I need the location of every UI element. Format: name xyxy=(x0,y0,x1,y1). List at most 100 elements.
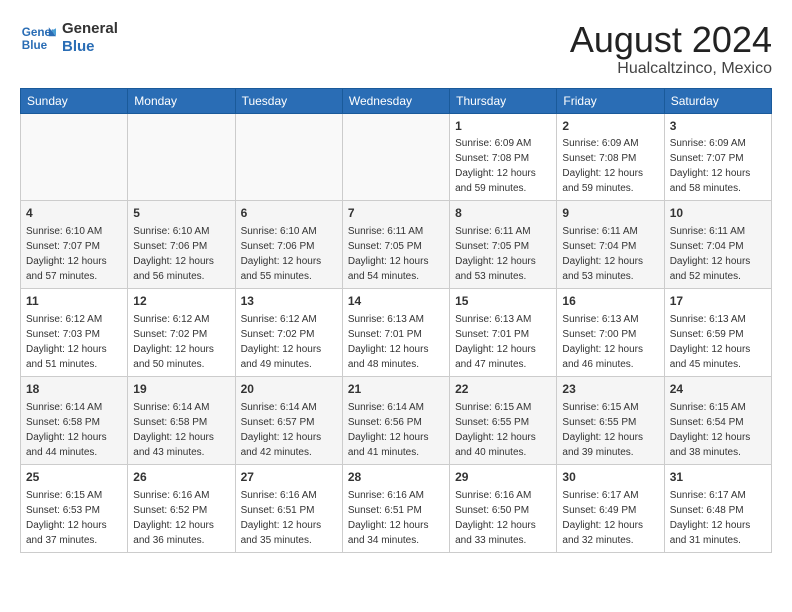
calendar-day-cell: 3Sunrise: 6:09 AMSunset: 7:07 PMDaylight… xyxy=(664,113,771,201)
calendar-week-row: 4 Sunrise: 6:10 AMSunset: 7:07 PMDaylight… xyxy=(21,201,772,289)
calendar-week-row: 1Sunrise: 6:09 AMSunset: 7:08 PMDaylight… xyxy=(21,113,772,201)
calendar-day-cell: 30Sunrise: 6:17 AMSunset: 6:49 PMDayligh… xyxy=(557,464,664,552)
calendar-day-cell: 24Sunrise: 6:15 AMSunset: 6:54 PMDayligh… xyxy=(664,376,771,464)
calendar-day-cell: 5 Sunrise: 6:10 AMSunset: 7:06 PMDaylight… xyxy=(128,201,235,289)
calendar-day-cell: 2Sunrise: 6:09 AMSunset: 7:08 PMDaylight… xyxy=(557,113,664,201)
day-info: Sunrise: 6:13 AMSunset: 7:01 PMDaylight:… xyxy=(455,312,551,372)
day-number: 30 xyxy=(562,469,658,486)
day-number: 29 xyxy=(455,469,551,486)
day-number: 13 xyxy=(241,293,337,310)
day-info: Sunrise: 6:15 AMSunset: 6:53 PMDaylight:… xyxy=(26,488,122,548)
day-number: 6 xyxy=(241,205,337,222)
calendar-day-cell: 27 Sunrise: 6:16 AMSunset: 6:51 PMDayligh… xyxy=(235,464,342,552)
day-info: Sunrise: 6:10 AMSunset: 7:07 PMDaylight:… xyxy=(26,224,122,284)
day-number: 9 xyxy=(562,205,658,222)
day-number: 4 xyxy=(26,205,122,222)
day-info: Sunrise: 6:16 AMSunset: 6:50 PMDaylight:… xyxy=(455,488,551,548)
calendar-week-row: 25Sunrise: 6:15 AMSunset: 6:53 PMDayligh… xyxy=(21,464,772,552)
day-number: 21 xyxy=(348,381,444,398)
day-info: Sunrise: 6:10 AMSunset: 7:06 PMDaylight:… xyxy=(133,224,229,284)
day-number: 27 xyxy=(241,469,337,486)
day-info: Sunrise: 6:14 AMSunset: 6:58 PMDaylight:… xyxy=(133,400,229,460)
page-header: General Blue General Blue August 2024 Hu… xyxy=(20,20,772,78)
calendar-week-row: 18 Sunrise: 6:14 AMSunset: 6:58 PMDayligh… xyxy=(21,376,772,464)
calendar-day-cell: 26 Sunrise: 6:16 AMSunset: 6:52 PMDayligh… xyxy=(128,464,235,552)
calendar-day-cell: 10 Sunrise: 6:11 AMSunset: 7:04 PMDayligh… xyxy=(664,201,771,289)
day-info: Sunrise: 6:09 AMSunset: 7:07 PMDaylight:… xyxy=(670,136,766,196)
calendar-day-cell: 17Sunrise: 6:13 AMSunset: 6:59 PMDayligh… xyxy=(664,289,771,377)
day-info: Sunrise: 6:16 AMSunset: 6:51 PMDaylight:… xyxy=(241,488,337,548)
day-info: Sunrise: 6:11 AMSunset: 7:05 PMDaylight:… xyxy=(348,224,444,284)
logo: General Blue General Blue xyxy=(20,20,118,56)
weekday-header: Thursday xyxy=(450,88,557,113)
calendar-week-row: 11 Sunrise: 6:12 AMSunset: 7:03 PMDayligh… xyxy=(21,289,772,377)
calendar-day-cell: 20 Sunrise: 6:14 AMSunset: 6:57 PMDayligh… xyxy=(235,376,342,464)
day-info: Sunrise: 6:12 AMSunset: 7:02 PMDaylight:… xyxy=(241,312,337,372)
day-info: Sunrise: 6:09 AMSunset: 7:08 PMDaylight:… xyxy=(455,136,551,196)
calendar-day-cell: 15 Sunrise: 6:13 AMSunset: 7:01 PMDayligh… xyxy=(450,289,557,377)
day-info: Sunrise: 6:11 AMSunset: 7:04 PMDaylight:… xyxy=(670,224,766,284)
calendar-day-cell: 13 Sunrise: 6:12 AMSunset: 7:02 PMDayligh… xyxy=(235,289,342,377)
weekday-header-row: SundayMondayTuesdayWednesdayThursdayFrid… xyxy=(21,88,772,113)
calendar-day-cell: 9 Sunrise: 6:11 AMSunset: 7:04 PMDaylight… xyxy=(557,201,664,289)
day-info: Sunrise: 6:12 AMSunset: 7:03 PMDaylight:… xyxy=(26,312,122,372)
logo-blue: Blue xyxy=(62,38,118,56)
calendar-day-cell xyxy=(128,113,235,201)
day-info: Sunrise: 6:16 AMSunset: 6:51 PMDaylight:… xyxy=(348,488,444,548)
day-number: 26 xyxy=(133,469,229,486)
calendar-day-cell: 25Sunrise: 6:15 AMSunset: 6:53 PMDayligh… xyxy=(21,464,128,552)
calendar-day-cell: 18Sunrise: 6:14 AMSunset: 6:58 PMDayligh… xyxy=(21,376,128,464)
calendar-day-cell: 29 Sunrise: 6:16 AMSunset: 6:50 PMDayligh… xyxy=(450,464,557,552)
day-number: 1 xyxy=(455,118,551,135)
weekday-header: Monday xyxy=(128,88,235,113)
day-number: 18 xyxy=(26,381,122,398)
calendar-day-cell: 12 Sunrise: 6:12 AMSunset: 7:02 PMDayligh… xyxy=(128,289,235,377)
calendar-day-cell: 4 Sunrise: 6:10 AMSunset: 7:07 PMDaylight… xyxy=(21,201,128,289)
day-info: Sunrise: 6:16 AMSunset: 6:52 PMDaylight:… xyxy=(133,488,229,548)
calendar-day-cell: 8 Sunrise: 6:11 AMSunset: 7:05 PMDaylight… xyxy=(450,201,557,289)
day-number: 8 xyxy=(455,205,551,222)
day-number: 28 xyxy=(348,469,444,486)
calendar-day-cell: 7Sunrise: 6:11 AMSunset: 7:05 PMDaylight… xyxy=(342,201,449,289)
day-number: 3 xyxy=(670,118,766,135)
page-subtitle: Hualcaltzinco, Mexico xyxy=(570,60,772,78)
day-info: Sunrise: 6:11 AMSunset: 7:04 PMDaylight:… xyxy=(562,224,658,284)
day-number: 10 xyxy=(670,205,766,222)
day-info: Sunrise: 6:15 AMSunset: 6:54 PMDaylight:… xyxy=(670,400,766,460)
title-block: August 2024 Hualcaltzinco, Mexico xyxy=(570,20,772,78)
day-info: Sunrise: 6:09 AMSunset: 7:08 PMDaylight:… xyxy=(562,136,658,196)
calendar-table: SundayMondayTuesdayWednesdayThursdayFrid… xyxy=(20,88,772,553)
day-number: 12 xyxy=(133,293,229,310)
calendar-day-cell: 31Sunrise: 6:17 AMSunset: 6:48 PMDayligh… xyxy=(664,464,771,552)
day-number: 22 xyxy=(455,381,551,398)
day-info: Sunrise: 6:11 AMSunset: 7:05 PMDaylight:… xyxy=(455,224,551,284)
calendar-day-cell: 14Sunrise: 6:13 AMSunset: 7:01 PMDayligh… xyxy=(342,289,449,377)
page-title: August 2024 xyxy=(570,20,772,60)
calendar-day-cell: 1Sunrise: 6:09 AMSunset: 7:08 PMDaylight… xyxy=(450,113,557,201)
weekday-header: Tuesday xyxy=(235,88,342,113)
day-info: Sunrise: 6:15 AMSunset: 6:55 PMDaylight:… xyxy=(455,400,551,460)
calendar-day-cell: 11 Sunrise: 6:12 AMSunset: 7:03 PMDayligh… xyxy=(21,289,128,377)
day-number: 15 xyxy=(455,293,551,310)
day-number: 20 xyxy=(241,381,337,398)
day-info: Sunrise: 6:12 AMSunset: 7:02 PMDaylight:… xyxy=(133,312,229,372)
calendar-day-cell: 19 Sunrise: 6:14 AMSunset: 6:58 PMDayligh… xyxy=(128,376,235,464)
day-number: 2 xyxy=(562,118,658,135)
day-info: Sunrise: 6:14 AMSunset: 6:57 PMDaylight:… xyxy=(241,400,337,460)
calendar-day-cell: 22 Sunrise: 6:15 AMSunset: 6:55 PMDayligh… xyxy=(450,376,557,464)
logo-general: General xyxy=(62,20,118,38)
day-info: Sunrise: 6:13 AMSunset: 7:00 PMDaylight:… xyxy=(562,312,658,372)
calendar-day-cell xyxy=(21,113,128,201)
weekday-header: Sunday xyxy=(21,88,128,113)
calendar-day-cell: 23Sunrise: 6:15 AMSunset: 6:55 PMDayligh… xyxy=(557,376,664,464)
day-number: 14 xyxy=(348,293,444,310)
calendar-day-cell: 6Sunrise: 6:10 AMSunset: 7:06 PMDaylight… xyxy=(235,201,342,289)
day-number: 19 xyxy=(133,381,229,398)
day-number: 23 xyxy=(562,381,658,398)
calendar-day-cell: 21Sunrise: 6:14 AMSunset: 6:56 PMDayligh… xyxy=(342,376,449,464)
calendar-day-cell xyxy=(235,113,342,201)
day-info: Sunrise: 6:17 AMSunset: 6:48 PMDaylight:… xyxy=(670,488,766,548)
day-number: 5 xyxy=(133,205,229,222)
day-number: 11 xyxy=(26,293,122,310)
day-number: 16 xyxy=(562,293,658,310)
